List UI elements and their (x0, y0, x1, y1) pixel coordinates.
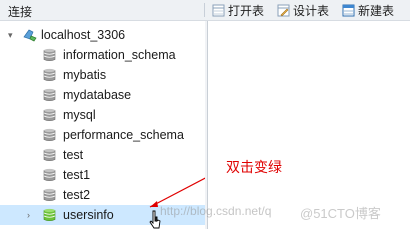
new-table-label: 新建表 (358, 3, 395, 18)
open-table-icon (212, 4, 225, 16)
watermark-brand: @51CTO博客 (300, 206, 381, 221)
tree-connection-localhost[interactable]: ▾ localhost_3306 (0, 25, 205, 45)
tree-db-label: mysql (63, 108, 96, 122)
database-icon (43, 48, 56, 62)
object-pane (207, 21, 410, 229)
tree-db-label: information_schema (63, 48, 176, 62)
database-icon (43, 188, 56, 202)
watermark-url: http://blog.csdn.net/q (160, 204, 272, 218)
tree-db-mybatis[interactable]: mybatis (0, 65, 205, 85)
tree-db-test[interactable]: test (0, 145, 205, 165)
tree-db-label: test2 (63, 188, 91, 202)
open-table-button[interactable]: 打开表 (212, 2, 264, 18)
design-table-button[interactable]: 设计表 (277, 2, 329, 18)
design-table-icon (277, 4, 290, 16)
tree-db-information_schema[interactable]: information_schema (0, 45, 205, 65)
mouse-cursor-icon (149, 210, 161, 229)
tree-db-test2[interactable]: test2 (0, 185, 205, 205)
tree-db-label: mybatis (63, 68, 107, 82)
mysql-connection-icon (23, 29, 37, 42)
tree-db-performance_schema[interactable]: performance_schema (0, 125, 205, 145)
tree-db-label: performance_schema (63, 128, 184, 142)
open-table-label: 打开表 (228, 3, 265, 18)
connection-label: localhost_3306 (41, 28, 126, 42)
tree-db-label: usersinfo (63, 208, 114, 222)
chevron-right-icon[interactable]: › (27, 210, 37, 220)
database-icon (43, 128, 56, 142)
tree-db-mydatabase[interactable]: mydatabase (0, 85, 205, 105)
tree-db-label: test (63, 148, 84, 162)
top-bar: 连接 打开表 设计表 新建表 (0, 0, 410, 21)
connection-panel-title: 连接 (8, 5, 33, 19)
connection-tree: ▾ localhost_3306 information_schemamybat… (0, 21, 205, 229)
tree-db-test1[interactable]: test1 (0, 165, 205, 185)
design-table-label: 设计表 (293, 3, 330, 18)
database-icon (43, 148, 56, 162)
tree-db-label: test1 (63, 168, 91, 182)
tree-db-label: mydatabase (63, 88, 132, 102)
database-icon (43, 88, 56, 102)
chevron-down-icon[interactable]: ▾ (8, 30, 18, 40)
new-table-icon (342, 4, 355, 16)
database-icon (43, 168, 56, 182)
tree-db-mysql[interactable]: mysql (0, 105, 205, 125)
database-icon (43, 108, 56, 122)
toolbar-divider (204, 3, 205, 17)
new-table-button[interactable]: 新建表 (342, 2, 394, 18)
database-open-icon (43, 208, 56, 222)
annotation-label: 双击变绿 (226, 160, 282, 176)
database-icon (43, 68, 56, 82)
